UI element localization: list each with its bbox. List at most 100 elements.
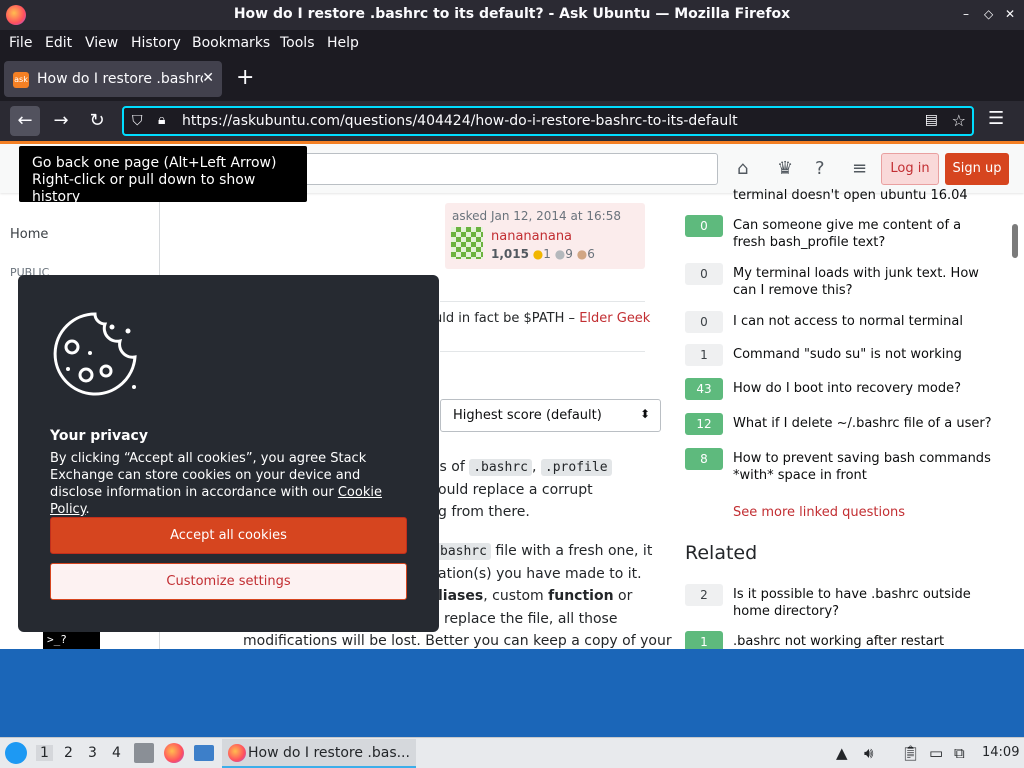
volume-icon[interactable]: 🔊︎ <box>864 744 873 762</box>
window-title: How do I restore .bashrc to its default?… <box>233 6 791 22</box>
inbox-icon[interactable]: ⌂ <box>737 158 748 179</box>
signup-button[interactable]: Sign up <box>945 153 1009 185</box>
clipboard-icon[interactable]: 📋︎ <box>901 744 920 762</box>
display-icon[interactable]: ▭ <box>929 744 943 762</box>
avatar[interactable] <box>451 227 483 259</box>
answer-line-4: bashrc file with a fresh one, it <box>436 540 652 563</box>
privacy-text: By clicking “Accept all cookies”, you ag… <box>50 450 410 518</box>
workspace-1[interactable]: 1 <box>36 745 53 761</box>
new-tab-button[interactable]: + <box>236 65 254 90</box>
privacy-period: . <box>85 502 90 517</box>
site-search-input[interactable] <box>300 153 718 185</box>
reload-button[interactable]: ↻ <box>82 106 112 136</box>
menu-edit[interactable]: Edit <box>45 35 72 51</box>
bookmark-star-icon[interactable]: ☆ <box>952 111 966 130</box>
reputation-score: 1,015 <box>491 247 529 261</box>
divider <box>440 351 645 352</box>
url-bar[interactable]: ⛉ 🔒︎ https://askubuntu.com/questions/404… <box>122 106 974 136</box>
lock-icon[interactable]: 🔒︎ <box>158 112 165 128</box>
menu-view[interactable]: View <box>85 35 118 51</box>
workspace-4[interactable]: 4 <box>112 745 121 761</box>
comment-author-link[interactable]: Elder Geek <box>579 311 650 326</box>
file-manager-icon[interactable] <box>134 743 154 763</box>
privacy-title: Your privacy <box>50 428 148 444</box>
silver-count: 9 <box>565 247 573 261</box>
right-sidebar: terminal doesn't open ubuntu 16.04 0 Can… <box>684 188 1004 649</box>
related-heading: Related <box>685 542 758 564</box>
related-score: 1 <box>685 631 723 649</box>
tab-askubuntu[interactable]: ask How do I restore .bashrc ✕ <box>4 61 222 97</box>
username-link[interactable]: nanananana <box>491 229 572 244</box>
answer-text: , <box>532 459 537 475</box>
answer-bold: function <box>548 588 614 604</box>
tooltip-line-2: Right-click or pull down to show history <box>32 172 256 205</box>
shield-icon[interactable]: ⛉ <box>132 113 143 129</box>
linked-question-title[interactable]: My terminal loads with junk text. How ca… <box>733 265 993 299</box>
site-switcher-icon[interactable]: ≡ <box>852 158 867 179</box>
workspace-2[interactable]: 2 <box>64 745 73 761</box>
desktop-icon[interactable] <box>194 745 214 761</box>
linked-question-title[interactable]: Can someone give me content of a fresh b… <box>733 217 993 251</box>
linked-question-title[interactable]: I can not access to normal terminal <box>733 313 993 330</box>
answer-line-8: modifications will be lost. Better you c… <box>243 633 672 649</box>
linked-score: 43 <box>685 378 723 400</box>
linked-question-title[interactable]: What if I delete ~/.bashrc file of a use… <box>733 415 993 432</box>
gold-badge-icon: ● <box>532 247 544 261</box>
menu-bar: File Edit View History Bookmarks Tools H… <box>0 30 1024 57</box>
reputation: 1,015 ●1 ●9 ●6 <box>491 247 595 261</box>
customize-settings-button[interactable]: Customize settings <box>50 563 407 600</box>
accept-all-cookies-button[interactable]: Accept all cookies <box>50 517 407 554</box>
firefox-launcher-icon[interactable] <box>164 743 184 763</box>
menu-file[interactable]: File <box>9 35 32 51</box>
comment-text: uld in fact be $PATH – <box>434 311 576 326</box>
help-icon[interactable]: ? <box>815 158 825 179</box>
sort-select[interactable]: Highest score (default) ⬍ <box>440 399 661 432</box>
taskbar-firefox-window[interactable]: How do I restore .bas... <box>222 739 416 768</box>
linked-question-title[interactable]: Command "sudo su" is not working <box>733 346 993 363</box>
updates-icon[interactable]: ▲ <box>836 744 848 762</box>
divider <box>440 301 645 302</box>
navigation-bar: ← → ↻ ⛉ 🔒︎ https://askubuntu.com/questio… <box>0 101 1024 141</box>
login-button[interactable]: Log in <box>881 153 939 185</box>
related-question-title[interactable]: .bashrc not working after restart <box>733 633 993 649</box>
bronze-count: 6 <box>587 247 595 261</box>
cookie-consent-dialog: Your privacy By clicking “Accept all coo… <box>18 275 439 632</box>
minimize-button[interactable]: – <box>963 7 969 21</box>
forward-button[interactable]: → <box>46 106 76 136</box>
linked-question-title[interactable]: How to prevent saving bash commands *wit… <box>733 450 993 484</box>
close-window-button[interactable]: ✕ <box>1005 7 1015 21</box>
tooltip-line-1: Go back one page (Alt+Left Arrow) <box>32 155 277 171</box>
code-bashrc: .bashrc <box>469 459 532 476</box>
workspace-3[interactable]: 3 <box>88 745 97 761</box>
nav-home[interactable]: Home <box>10 227 48 242</box>
tab-close-icon[interactable]: ✕ <box>202 70 214 86</box>
code-profile: .profile <box>540 459 612 476</box>
maximize-button[interactable]: ◇ <box>984 7 993 21</box>
menu-tools[interactable]: Tools <box>280 35 315 51</box>
page-scrollbar-thumb[interactable] <box>1012 224 1018 258</box>
url-text[interactable]: https://askubuntu.com/questions/404424/h… <box>182 113 738 129</box>
network-icon[interactable]: ⧉ <box>954 744 965 762</box>
code-bashrc: bashrc <box>436 543 491 560</box>
cookie-icon <box>53 312 137 396</box>
menu-bookmarks[interactable]: Bookmarks <box>192 35 270 51</box>
see-more-linked-link[interactable]: See more linked questions <box>733 505 905 520</box>
linked-score: 8 <box>685 448 723 470</box>
menu-history[interactable]: History <box>131 35 181 51</box>
linked-question-title[interactable]: terminal doesn't open ubuntu 16.04 <box>733 187 993 204</box>
linked-score: 0 <box>685 263 723 285</box>
app-menu-button[interactable]: ☰ <box>988 108 1004 129</box>
asked-timestamp: asked Jan 12, 2014 at 16:58 <box>452 209 621 223</box>
back-button[interactable]: ← <box>10 106 40 136</box>
answer-line-5: ation(s) you have made to it. <box>438 566 642 582</box>
tab-bar: ask How do I restore .bashrc ✕ + <box>0 57 1024 101</box>
linked-question-title[interactable]: How do I boot into recovery mode? <box>733 380 993 397</box>
achievements-icon[interactable]: ♛ <box>777 158 793 179</box>
related-question-title[interactable]: Is it possible to have .bashrc outside h… <box>733 586 993 620</box>
start-menu-icon[interactable] <box>5 742 27 764</box>
answer-line-3: g from there. <box>438 504 530 520</box>
privacy-body: By clicking “Accept all cookies”, you ag… <box>50 451 367 500</box>
taskbar-window-label: How do I restore .bas... <box>248 745 410 761</box>
reader-view-icon[interactable]: ▤ <box>925 112 938 128</box>
menu-help[interactable]: Help <box>327 35 359 51</box>
